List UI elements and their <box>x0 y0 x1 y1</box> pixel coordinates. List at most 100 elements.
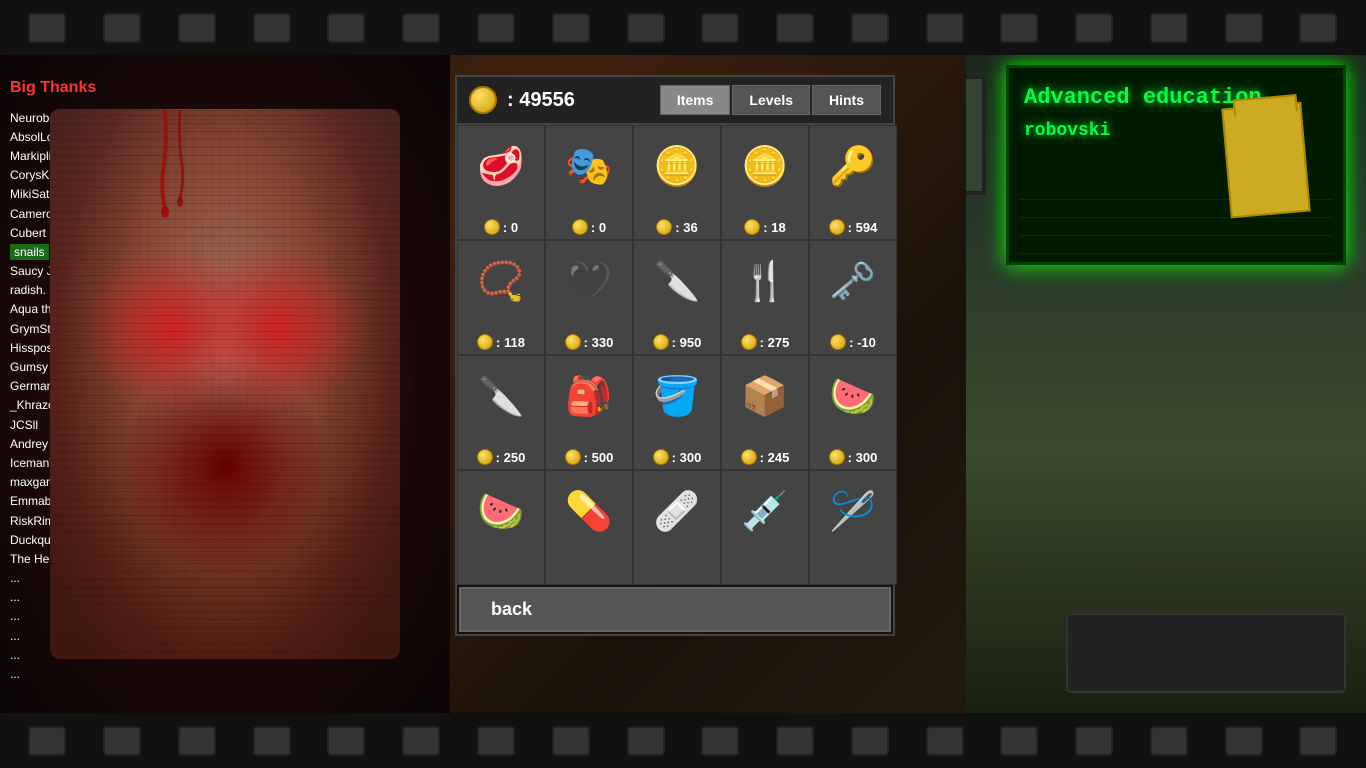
film-hole <box>1075 13 1113 43</box>
item-price: : 250 <box>477 449 526 465</box>
film-hole <box>178 13 216 43</box>
item-cell[interactable]: 🍉: 300 <box>809 355 897 470</box>
item-image: 🗝️ <box>818 247 888 317</box>
film-hole <box>776 13 814 43</box>
item-coin-icon <box>829 219 845 235</box>
item-image: 🪙 <box>642 132 712 202</box>
item-price: : 36 <box>656 219 697 235</box>
item-price-value: : 275 <box>760 335 790 350</box>
item-coin-icon <box>477 334 493 350</box>
item-cell[interactable]: 🔪 : 250 <box>457 355 545 470</box>
tab-hints[interactable]: Hints <box>812 85 881 115</box>
item-price: : 594 <box>829 219 878 235</box>
yellow-folder <box>1221 102 1310 219</box>
item-cell[interactable]: 💊 <box>545 470 633 585</box>
item-cell[interactable]: 📿: 118 <box>457 240 545 355</box>
film-hole <box>552 13 590 43</box>
game-background: Big Thanks NeurobewAbsolLover66Markiplie… <box>0 55 1366 713</box>
film-hole <box>701 13 739 43</box>
back-button[interactable]: back <box>459 587 891 632</box>
item-price: : 245 <box>741 449 790 465</box>
film-hole <box>253 726 291 756</box>
item-coin-icon <box>741 449 757 465</box>
item-cell[interactable]: 🥩 : 0 <box>457 125 545 240</box>
film-hole <box>327 726 365 756</box>
item-image: 🍉 <box>818 362 888 432</box>
item-price-value: : 0 <box>503 220 518 235</box>
film-hole <box>851 13 889 43</box>
items-grid: 🥩: 0🎭: 0🪙: 36🪙: 18🔑: 594📿: 118🖤: 330🔪: 9… <box>457 125 893 585</box>
item-image: 🥩 <box>466 132 536 202</box>
item-cell[interactable]: 🍴: 275 <box>721 240 809 355</box>
item-cell[interactable]: 🖤: 330 <box>545 240 633 355</box>
item-coin-icon <box>565 334 581 350</box>
shop-tabs[interactable]: Items Levels Hints <box>660 85 881 115</box>
coin-amount: 49556 <box>519 89 575 111</box>
tab-items[interactable]: Items <box>660 85 731 115</box>
item-cell[interactable]: 🪙: 18 <box>721 125 809 240</box>
item-price-value: : 594 <box>848 220 878 235</box>
film-hole <box>1299 726 1337 756</box>
film-hole <box>327 13 365 43</box>
item-price: : 500 <box>565 449 614 465</box>
item-cell[interactable]: 🎒: 500 <box>545 355 633 470</box>
film-hole <box>851 726 889 756</box>
item-cell[interactable]: 💉 <box>721 470 809 585</box>
keyboard <box>1066 613 1346 693</box>
item-image: 🪡 <box>818 477 888 547</box>
film-hole <box>1000 13 1038 43</box>
item-coin-icon <box>477 449 493 465</box>
classroom-area: Advanced education robovski <box>966 55 1366 713</box>
film-hole <box>477 13 515 43</box>
item-cell[interactable]: 🗝️ : -10 <box>809 240 897 355</box>
item-cell[interactable]: 🔪: 950 <box>633 240 721 355</box>
film-hole <box>1225 726 1263 756</box>
item-image: 🩹 <box>642 477 712 547</box>
item-coin-icon <box>829 449 845 465</box>
item-price: : 300 <box>653 449 702 465</box>
item-price-value: : 118 <box>496 335 525 350</box>
item-cell[interactable]: 🎭: 0 <box>545 125 633 240</box>
item-price-value: : 36 <box>675 220 697 235</box>
item-cell[interactable]: 🪡 <box>809 470 897 585</box>
item-image: 🪣 <box>642 362 712 432</box>
board-line <box>1019 236 1333 254</box>
film-hole <box>552 726 590 756</box>
filmstrip-top <box>0 0 1366 55</box>
film-hole <box>402 13 440 43</box>
item-coin-icon <box>653 334 669 350</box>
credit-name: ... <box>10 665 170 684</box>
item-coin-icon <box>484 219 500 235</box>
item-coin-icon <box>741 334 757 350</box>
film-hole <box>926 726 964 756</box>
item-image: 🔪 <box>466 362 536 432</box>
item-cell[interactable]: 🪙 : 36 <box>633 125 721 240</box>
item-cell[interactable]: 🪣 : 300 <box>633 355 721 470</box>
item-cell[interactable]: 📦 : 245 <box>721 355 809 470</box>
item-cell[interactable]: 🔑: 594 <box>809 125 897 240</box>
tab-levels[interactable]: Levels <box>732 85 810 115</box>
film-hole <box>28 726 66 756</box>
film-hole <box>28 13 66 43</box>
film-hole <box>402 726 440 756</box>
item-price: : 950 <box>653 334 702 350</box>
item-image: 🍉 <box>466 477 536 547</box>
film-hole <box>1000 726 1038 756</box>
item-image: 💊 <box>554 477 624 547</box>
filmstrip-holes-bottom <box>0 726 1366 756</box>
item-price-value: : -10 <box>849 335 876 350</box>
item-image: 🖤 <box>554 247 624 317</box>
coin-icon <box>469 86 497 114</box>
item-cell[interactable]: 🍉 <box>457 470 545 585</box>
item-image: 💉 <box>730 477 800 547</box>
film-hole <box>1150 13 1188 43</box>
shop-content: 🥩: 0🎭: 0🪙: 36🪙: 18🔑: 594📿: 118🖤: 330🔪: 9… <box>457 125 893 585</box>
film-hole <box>1225 13 1263 43</box>
film-hole <box>1075 726 1113 756</box>
item-price-value: : 300 <box>672 450 702 465</box>
item-coin-icon <box>830 334 846 350</box>
item-image: 📦 <box>730 362 800 432</box>
item-price-value: : 245 <box>760 450 790 465</box>
item-cell[interactable]: 🩹 <box>633 470 721 585</box>
film-hole <box>178 726 216 756</box>
